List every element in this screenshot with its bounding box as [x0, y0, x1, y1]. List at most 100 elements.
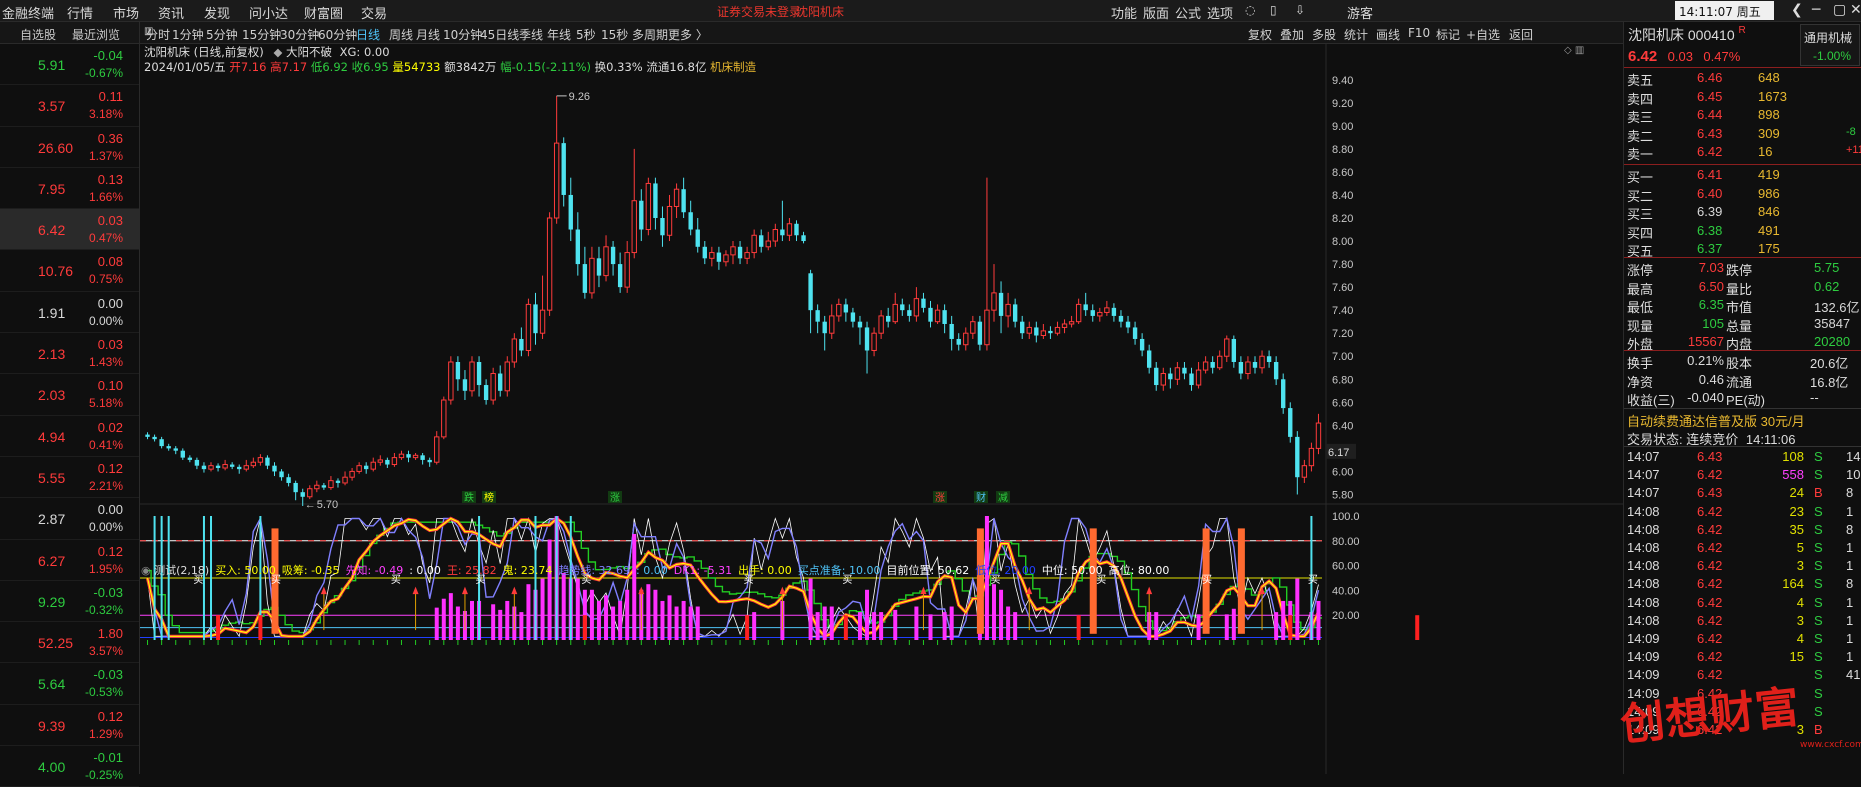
watchlist-row[interactable]: 9.39 0.12 1.29%: [0, 705, 139, 747]
watchlist-row[interactable]: 7.95 0.13 1.66%: [0, 168, 139, 210]
toolbar-statistics[interactable]: 统计: [1344, 26, 1368, 43]
menu-item[interactable]: 市场: [113, 3, 139, 22]
phone-icon[interactable]: ▯: [1270, 3, 1277, 17]
menu-function[interactable]: 功能: [1111, 3, 1137, 22]
tab-period[interactable]: 30分钟: [280, 26, 319, 43]
guest-label[interactable]: 游客: [1347, 3, 1373, 22]
back-icon[interactable]: ❮: [1791, 2, 1803, 18]
ask-price[interactable]: 6.43: [1697, 126, 1722, 141]
candle-body: [265, 457, 270, 466]
candle-body: [808, 273, 813, 311]
indicator-formula-name[interactable]: 测试(2,18): [154, 564, 209, 577]
download-icon[interactable]: ⇩: [1295, 3, 1305, 17]
ask-level: 卖三 6.44 898: [1624, 106, 1861, 125]
watchlist-row[interactable]: 5.91 -0.04 -0.67%: [0, 44, 139, 86]
candle-body: [448, 361, 454, 401]
tab-period[interactable]: 周线: [389, 26, 413, 43]
toolbar-f10[interactable]: F10: [1408, 26, 1430, 40]
quote-panel: 沈阳机床 000410 R 6.42 0.03 0.47% 通用机械 -1.00…: [1623, 22, 1861, 774]
tick-time: 14:08: [1627, 558, 1660, 574]
toolbar-overlay[interactable]: 叠加: [1280, 26, 1304, 43]
toolbar-restore-rights[interactable]: 复权: [1248, 26, 1272, 43]
tab-period[interactable]: 1分钟: [172, 26, 204, 43]
tab-period[interactable]: 季线: [519, 26, 543, 43]
ask-volume: 1673: [1758, 88, 1787, 104]
menu-item[interactable]: 行情: [67, 3, 93, 22]
watchlist-row[interactable]: 2.13 0.03 1.43%: [0, 333, 139, 375]
menu-formula[interactable]: 公式: [1175, 3, 1201, 22]
promo-banner[interactable]: 自动续费通达信普及版 30元/月: [1624, 410, 1861, 429]
tab-period[interactable]: 分时: [146, 26, 170, 43]
tab-period[interactable]: 多周期: [632, 26, 668, 43]
login-warning[interactable]: 证券交易未登录: [717, 3, 801, 20]
ask-price[interactable]: 6.45: [1697, 89, 1722, 104]
tab-period[interactable]: 更多 〉: [668, 26, 708, 43]
menu-item[interactable]: 金融终端: [2, 3, 54, 22]
watchlist-row[interactable]: 2.03 0.10 5.18%: [0, 374, 139, 416]
watchlist-row[interactable]: 5.64 -0.03 -0.53%: [0, 663, 139, 705]
menu-item[interactable]: 财富圈: [304, 3, 343, 22]
menu-options[interactable]: 选项: [1207, 3, 1233, 22]
watchlist-row[interactable]: 52.25 1.80 3.57%: [0, 622, 139, 664]
watchlist-row[interactable]: 4.00 -0.01 -0.25%: [0, 746, 139, 787]
bid-price[interactable]: 6.38: [1697, 223, 1722, 238]
watchlist-row[interactable]: 26.60 0.36 1.37%: [0, 127, 139, 168]
watchlist-row[interactable]: 4.94 0.02 0.41%: [0, 416, 139, 457]
close-icon[interactable]: ✕: [1850, 2, 1861, 18]
maximize-icon[interactable]: ▢: [1833, 2, 1846, 18]
watchlist-row[interactable]: 1.91 0.00 0.00%: [0, 292, 139, 334]
watchlist-row[interactable]: 6.42 0.03 0.47%: [0, 209, 139, 251]
watchlist-row[interactable]: 10.76 0.08 0.75%: [0, 250, 139, 292]
tab-period[interactable]: 日线: [356, 26, 380, 43]
minimize-icon[interactable]: ─: [1812, 2, 1820, 18]
tab-period[interactable]: 15分钟: [242, 26, 281, 43]
toolbar-back[interactable]: 返回: [1509, 26, 1533, 43]
toolbar-multi-stock[interactable]: 多股: [1312, 26, 1336, 43]
indicator-y-tick: 20.00: [1332, 610, 1360, 622]
tick-side: S: [1814, 649, 1823, 665]
industry-box[interactable]: 通用机械 -1.00%: [1800, 24, 1860, 66]
tab-period[interactable]: 15秒: [601, 26, 628, 43]
tab-period[interactable]: 5分钟: [206, 26, 238, 43]
tab-recent[interactable]: 最近浏览: [72, 26, 120, 43]
ask-price[interactable]: 6.44: [1697, 107, 1722, 122]
tab-period[interactable]: 45日线: [480, 26, 519, 43]
tick-count: 1: [1846, 558, 1854, 574]
menu-item[interactable]: 资讯: [158, 3, 184, 22]
volume-spike-bar: [1224, 614, 1229, 640]
tick-row: 14:08 6.42 164 S 8: [1624, 576, 1861, 594]
candle-body: [553, 142, 560, 219]
menu-item[interactable]: 问小达: [249, 3, 288, 22]
toolbar-add-watch[interactable]: +自选: [1466, 26, 1500, 43]
watchlist-row[interactable]: 6.27 0.12 1.95%: [0, 540, 139, 581]
tab-period[interactable]: 月线: [416, 26, 440, 43]
ask-price[interactable]: 6.42: [1697, 144, 1722, 159]
bid-price[interactable]: 6.37: [1697, 241, 1722, 256]
indicator-expand-icon[interactable]: ◉: [141, 564, 154, 577]
candle-body: [1288, 408, 1293, 437]
toolbar-mark[interactable]: 标记: [1436, 26, 1460, 43]
ask-price[interactable]: 6.46: [1697, 70, 1722, 85]
menu-item[interactable]: 发现: [204, 3, 230, 22]
bid-price[interactable]: 6.40: [1697, 186, 1722, 201]
watchlist-row[interactable]: 2.87 0.00 0.00%: [0, 498, 139, 540]
bid-price[interactable]: 6.41: [1697, 167, 1722, 182]
bid-price[interactable]: 6.39: [1697, 204, 1722, 219]
chat-icon[interactable]: ◌: [1245, 3, 1255, 17]
volume-spike-bar: [914, 606, 919, 640]
watchlist-row[interactable]: 9.29 -0.03 -0.32%: [0, 581, 139, 623]
menu-item[interactable]: 交易: [361, 3, 387, 22]
tab-period[interactable]: 10分钟: [443, 26, 482, 43]
menu-layout[interactable]: 版面: [1143, 3, 1169, 22]
price-chart[interactable]: 9.40 9.20 9.00 8.80 8.60 8.40 8.20 8.00 7.80 7.60…: [140, 44, 1623, 774]
quote-price-line: 6.42 0.03 0.47%: [1628, 48, 1740, 66]
tab-watchlist[interactable]: 自选股: [20, 26, 56, 43]
candle-body: [843, 304, 849, 313]
watchlist-row[interactable]: 5.55 0.12 2.21%: [0, 457, 139, 499]
tab-period[interactable]: 60分钟: [318, 26, 357, 43]
toolbar-draw[interactable]: 画线: [1376, 26, 1400, 43]
candle-body: [1104, 307, 1110, 313]
tab-period[interactable]: 5秒: [576, 26, 596, 43]
tab-period[interactable]: 年线: [547, 26, 571, 43]
watchlist-row[interactable]: 3.57 0.11 3.18%: [0, 85, 139, 127]
